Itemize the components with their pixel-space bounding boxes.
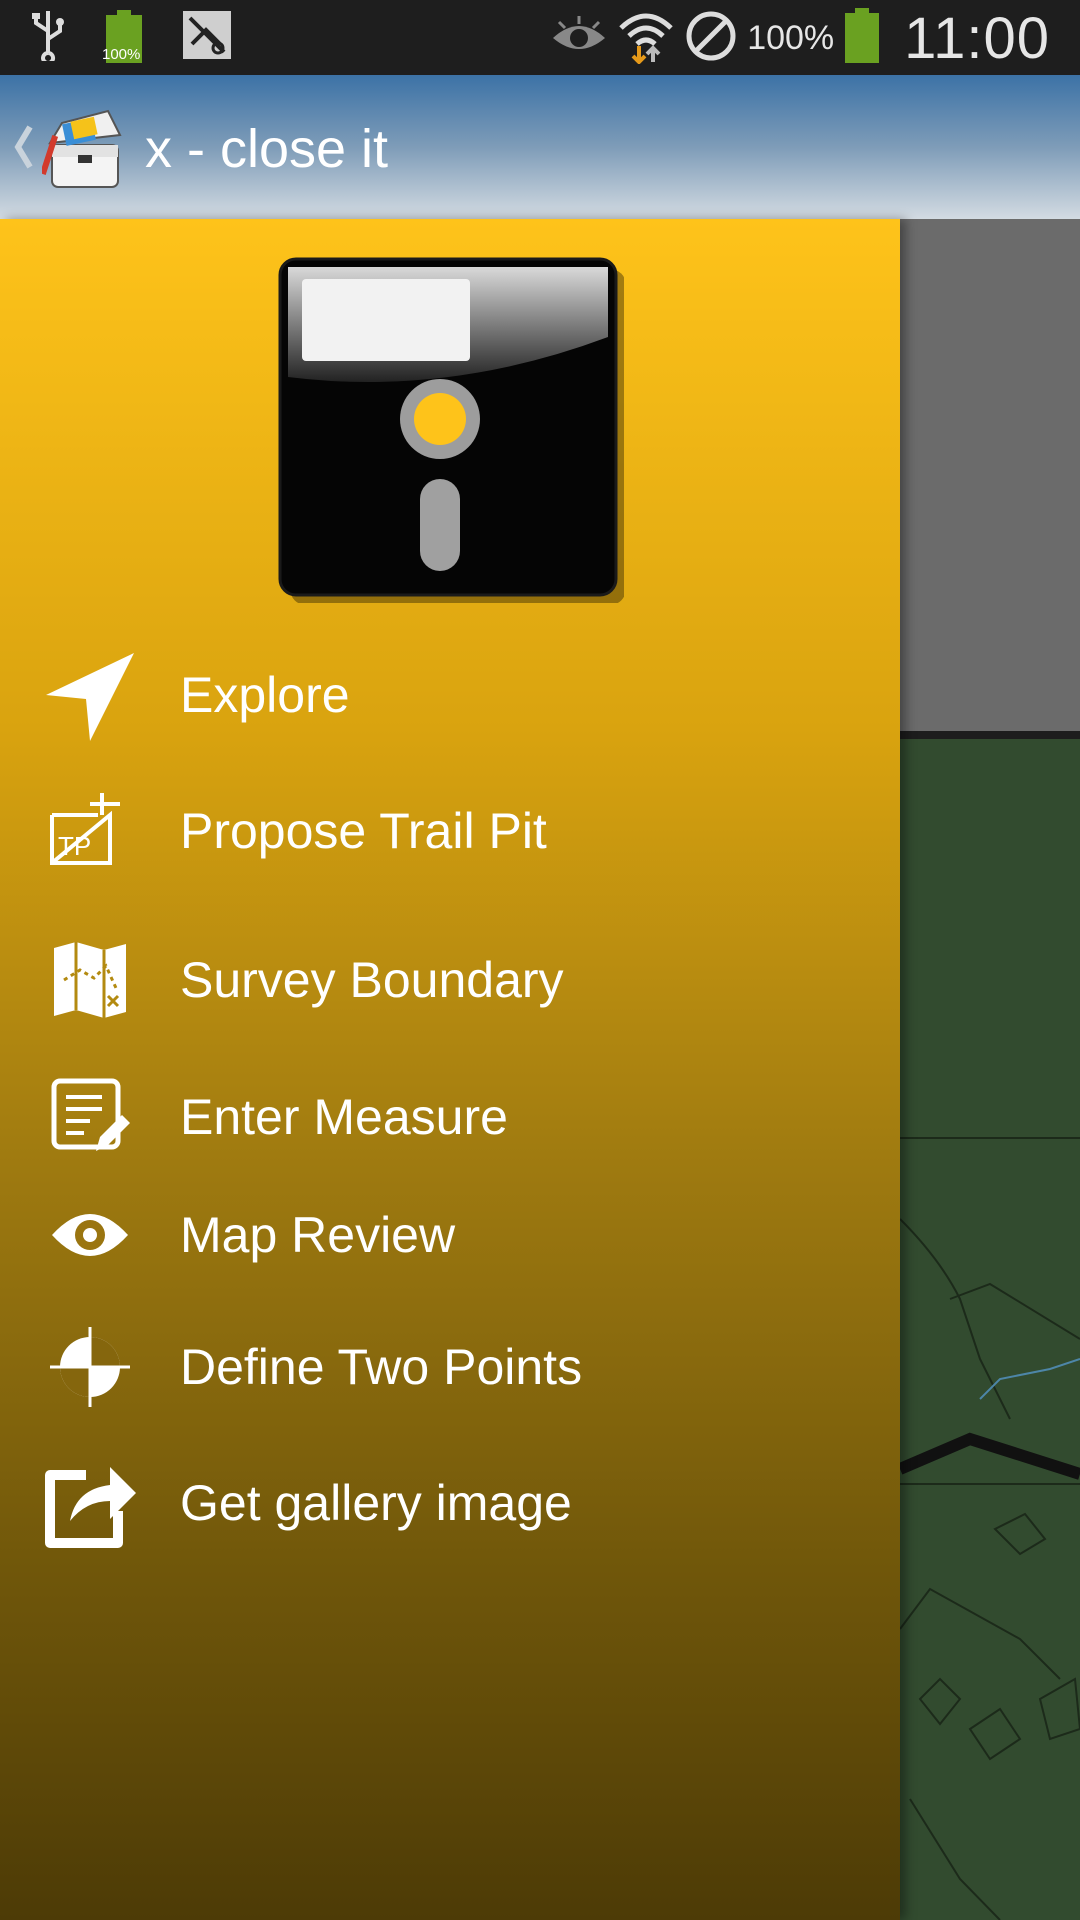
menu-item-label: Map Review <box>180 1207 456 1263</box>
no-sync-icon <box>685 10 737 67</box>
battery-icon <box>844 7 880 69</box>
menu-item-survey-boundary[interactable]: Survey Boundary <box>0 924 900 1034</box>
share-external-icon <box>40 1461 140 1548</box>
map-tile-gray <box>900 219 1080 731</box>
status-time: 11:00 <box>904 5 1050 71</box>
battery-icon: 100% <box>102 10 144 65</box>
floppy-disk-icon[interactable] <box>278 257 626 605</box>
screenshot-icon <box>182 10 232 65</box>
menu-item-label: Enter Measure <box>180 1089 508 1145</box>
map-view[interactable] <box>900 219 1080 1920</box>
crosshair-icon <box>40 1325 140 1409</box>
status-bar: 100% 100% 11:00 <box>0 0 1080 75</box>
menu-item-label: Explore <box>180 667 350 723</box>
map-icon <box>40 938 140 1022</box>
menu-item-label: Get gallery image <box>180 1475 572 1531</box>
wifi-icon <box>617 8 675 69</box>
menu-item-explore[interactable]: Explore <box>0 639 900 749</box>
menu-item-map-review[interactable]: Map Review <box>0 1179 900 1289</box>
action-bar: x - close it <box>0 75 1080 219</box>
navigation-drawer: Explore TP Propose Trail Pit Survey Boun… <box>0 219 900 1920</box>
page-title: x - close it <box>145 119 389 179</box>
eye-icon <box>40 1193 140 1277</box>
menu-item-get-gallery-image[interactable]: Get gallery image <box>0 1447 900 1557</box>
menu-item-propose-trail-pit[interactable]: TP Propose Trail Pit <box>0 775 900 885</box>
eye-icon <box>551 15 607 61</box>
svg-text:TP: TP <box>58 831 91 861</box>
menu-item-enter-measure[interactable]: Enter Measure <box>0 1061 900 1171</box>
map-tile-green <box>900 739 1080 1920</box>
chevron-left-icon[interactable] <box>12 125 34 169</box>
battery-small-label: 100% <box>102 46 141 63</box>
usb-icon <box>30 9 66 66</box>
menu-item-label: Define Two Points <box>180 1339 583 1395</box>
menu-item-define-two-points[interactable]: Define Two Points <box>0 1311 900 1421</box>
menu-item-label: Survey Boundary <box>180 952 564 1008</box>
edit-list-icon <box>40 1075 140 1159</box>
battery-percent: 100% <box>747 18 835 57</box>
navigation-arrow-icon <box>40 653 140 741</box>
toolbox-icon[interactable] <box>39 105 128 191</box>
menu-item-label: Propose Trail Pit <box>180 803 547 859</box>
map-divider <box>900 731 1080 739</box>
trail-pit-add-icon: TP <box>40 789 140 873</box>
